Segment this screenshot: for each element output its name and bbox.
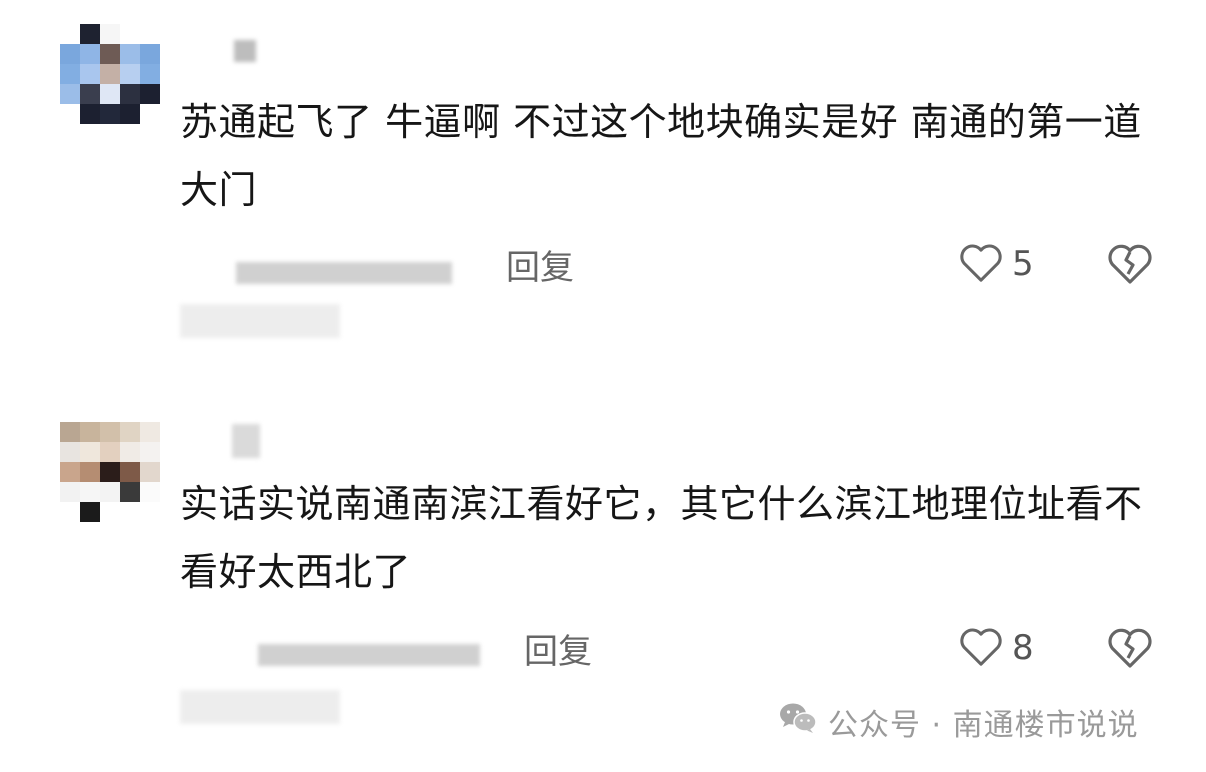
username-redacted [234,40,256,62]
like-button[interactable]: 8 [958,624,1034,672]
heart-outline-icon [958,624,1004,672]
username-redacted [232,424,260,458]
dislike-button[interactable] [1106,240,1154,290]
comment-text: 实话实说南通南滨江看好它，其它什么滨江地理位址看不看好太西北了 [180,482,1143,594]
like-count: 8 [1012,628,1034,668]
reply-button[interactable]: 回复 [524,624,592,673]
like-count: 5 [1012,244,1034,284]
watermark: 公众号 · 南通楼市说说 [778,700,1139,744]
avatar[interactable] [60,422,160,522]
meta-redacted [180,304,340,338]
like-button[interactable]: 5 [958,240,1034,288]
reply-button[interactable]: 回复 [506,240,574,289]
comment-text: 苏通起飞了 牛逼啊 不过这个地块确实是好 南通的第一道大门 [180,100,1142,212]
meta-redacted [180,690,340,724]
dislike-button[interactable] [1106,624,1154,674]
heart-outline-icon [958,240,1004,288]
broken-heart-icon [1106,244,1154,290]
watermark-text: 公众号 · 南通楼市说说 [828,708,1139,743]
avatar[interactable] [60,24,160,124]
broken-heart-icon [1106,628,1154,674]
meta-redacted [258,644,480,666]
meta-redacted [236,262,452,284]
wechat-icon [778,701,828,743]
